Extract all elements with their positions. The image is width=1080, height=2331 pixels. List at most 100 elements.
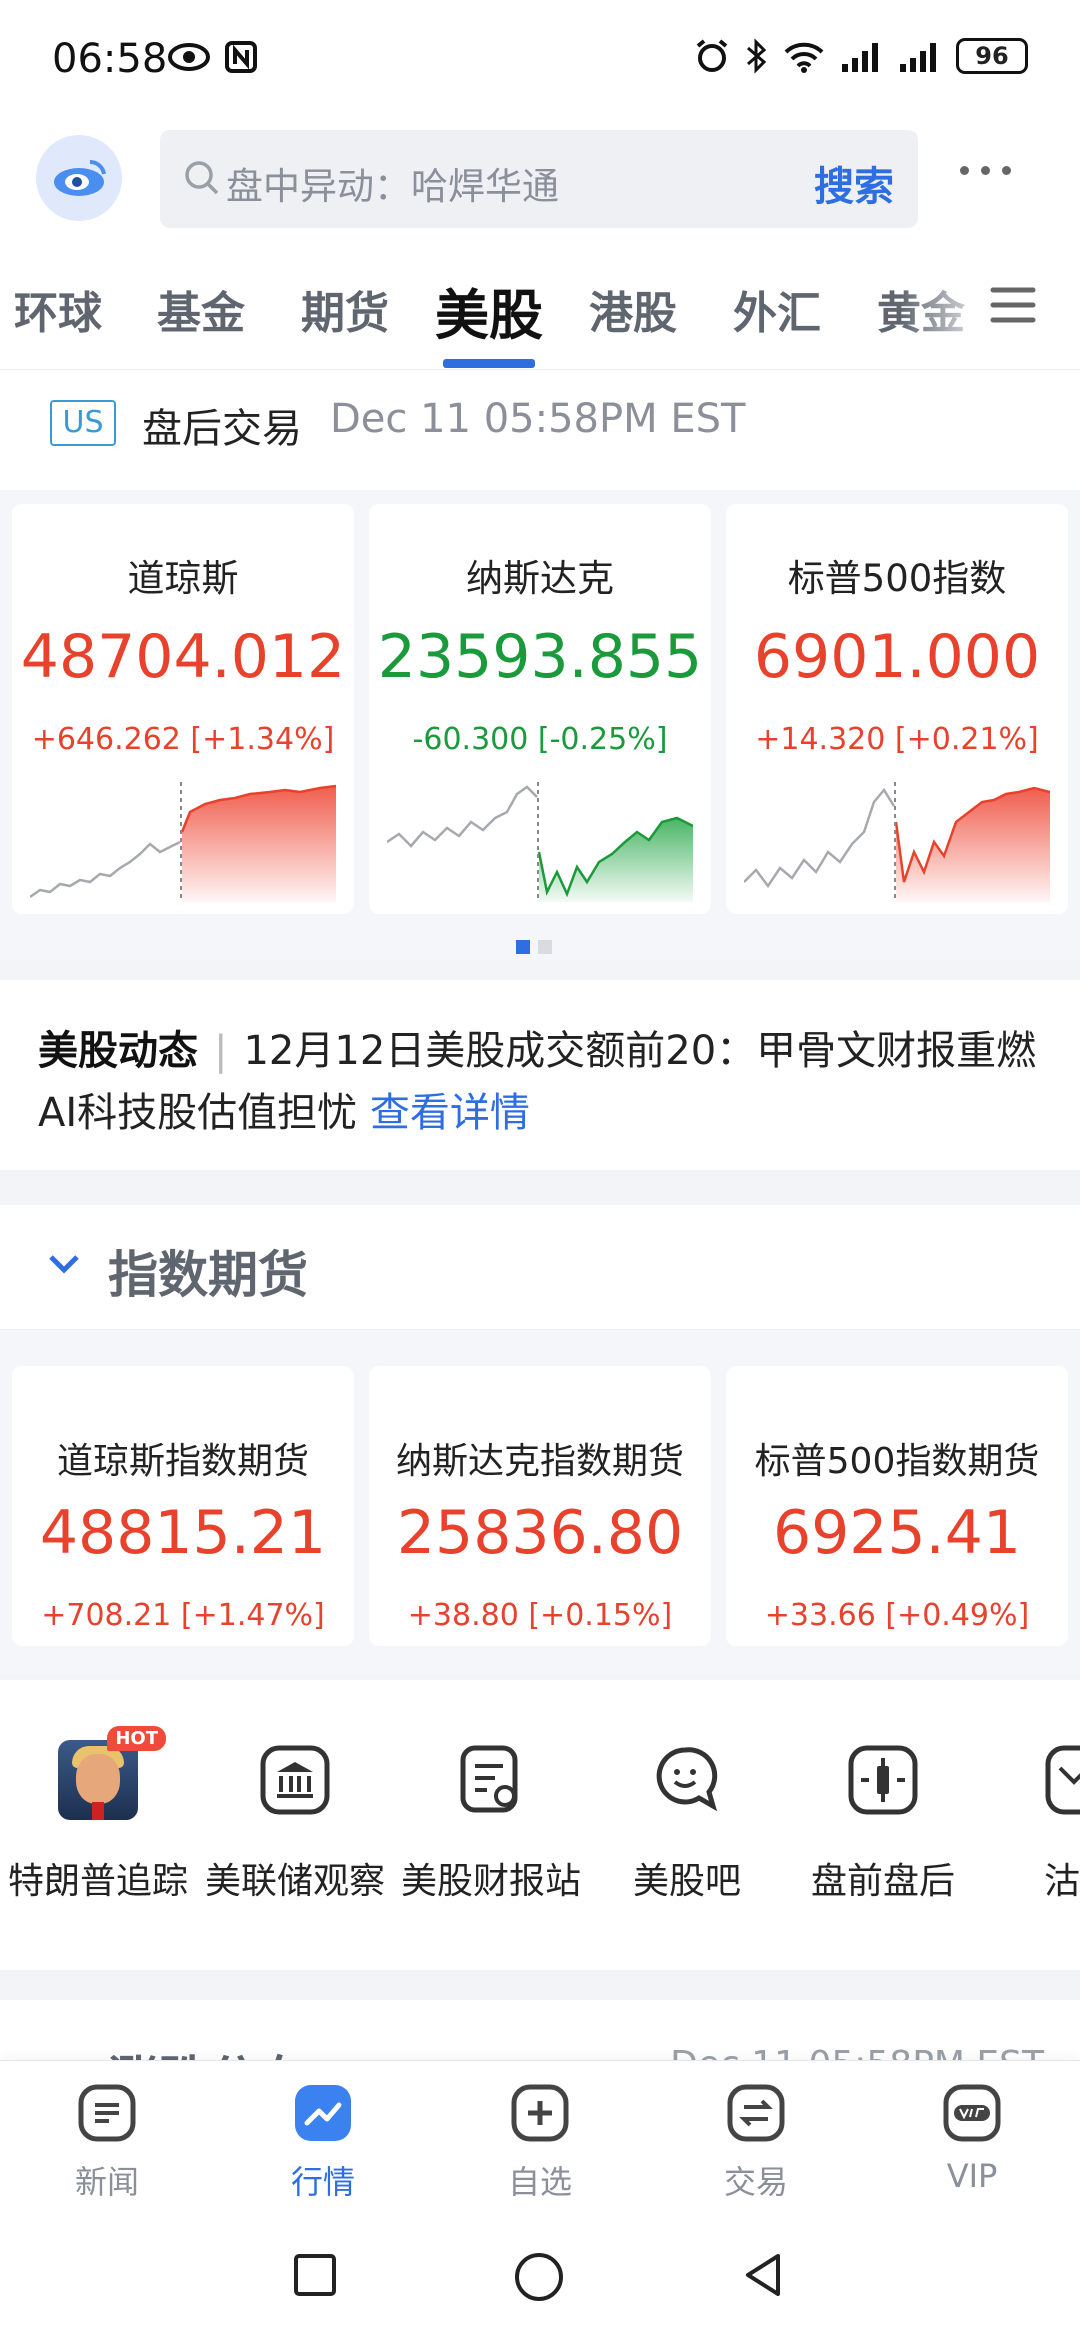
search-icon [185,161,219,195]
sparkline-chart [387,782,693,902]
weibo-logo-icon[interactable] [36,135,122,221]
nav-market[interactable]: 行情 [253,2081,393,2203]
shortcut-fed-watch[interactable]: 美联储观察 [195,1740,395,1904]
sparkline-chart [744,782,1050,902]
index-cards: 道琼斯 48704.012 +646.262 [+1.34%] 纳斯达克 235… [0,490,1080,960]
status-time: 06:58 [52,36,168,82]
news-icon [78,2084,136,2142]
shortcut-short-selling[interactable]: 沽空 [980,1740,1080,1904]
tab-hk-stocks[interactable]: 港股 [589,277,677,341]
status-left-icons [168,40,258,74]
futures-value: 6925.41 [772,1498,1022,1568]
index-card-sp500[interactable]: 标普500指数 6901.000 +14.320 [+0.21%] [726,504,1068,914]
nav-trade[interactable]: 交易 [686,2081,826,2203]
shortcut-label: 沽空 [1043,1861,1080,1902]
session-label: 盘后交易 [142,406,302,452]
market-session-bar: US 盘后交易 Dec 11 05:58PM EST [0,370,1080,500]
futures-value: 25836.80 [396,1498,684,1568]
system-navigation-bar [0,2220,1080,2331]
tab-forex[interactable]: 外汇 [733,277,821,341]
index-name: 纳斯达克 [466,557,614,600]
tab-funds[interactable]: 基金 [157,277,245,341]
distribution-section-header[interactable]: 涨跌分布 Dec 11 05:58PM EST [0,2000,1080,2060]
index-change: -60.300 [-0.25%] [412,722,668,757]
active-tab-indicator [443,359,535,368]
index-card-dow[interactable]: 道琼斯 48704.012 +646.262 [+1.34%] [12,504,354,914]
search-input[interactable]: 盘中异动：哈焊华通 搜索 [160,130,918,228]
index-change: +646.262 [+1.34%] [31,722,335,757]
status-right-icons: 96 [694,38,1028,74]
futures-change: +708.21 [+1.47%] [41,1598,325,1633]
session-time: Dec 11 05:58PM EST [330,396,746,442]
trade-icon [727,2084,785,2142]
futures-title: 指数期货 [108,1246,308,1304]
index-name: 标普500指数 [787,557,1007,600]
signal-icon [842,43,878,72]
shortcut-earnings[interactable]: 美股财报站 [391,1740,591,1904]
battery-indicator: 96 [956,38,1028,74]
index-value: 48704.012 [20,622,346,692]
short-icon [1045,1745,1080,1815]
distribution-title: 涨跌分布 [108,2040,308,2060]
nav-label: 交易 [723,2163,788,2201]
section-divider [0,1970,1080,2000]
back-icon[interactable] [738,2250,788,2300]
view-details-link[interactable]: 查看详情 [370,1090,530,1136]
index-value: 23593.855 [377,622,703,692]
nav-label: 行情 [290,2163,355,2201]
futures-card-nasdaq[interactable]: 纳斯达克指数期货 25836.80 +38.80 [+0.15%] [369,1366,711,1646]
shortcut-trump-tracker[interactable]: HOT 特朗普追踪 [0,1726,198,1904]
nav-news[interactable]: 新闻 [37,2081,177,2203]
menu-icon[interactable] [990,285,1036,325]
futures-change: +38.80 [+0.15%] [407,1598,673,1633]
sparkline-chart [30,782,336,902]
futures-change: +33.66 [+0.49%] [764,1598,1030,1633]
nav-watchlist[interactable]: 自选 [470,2081,610,2203]
shortcut-extended-hours[interactable]: 盘前盘后 [783,1740,983,1904]
search-placeholder: 盘中异动：哈焊华通 [226,165,559,208]
home-icon[interactable] [512,2250,566,2304]
shortcut-label: 盘前盘后 [810,1861,955,1902]
tab-us-stocks[interactable]: 美股 [435,271,543,350]
search-button[interactable]: 搜索 [814,154,894,212]
alarm-icon [696,39,728,72]
bluetooth-icon [747,38,767,74]
news-tag: 美股动态 [38,1028,198,1074]
market-icon [295,2085,351,2141]
shortcut-label: 美股吧 [632,1861,741,1902]
shortcut-grid: HOT 特朗普追踪 美联储观察 美股财报站 美股吧 盘前盘后 沽空 [0,1680,1080,1970]
bottom-navigation: 新闻 行情 自选 交易 VIP [0,2060,1080,2220]
hot-badge: HOT [107,1726,166,1751]
recents-icon[interactable] [290,2250,340,2300]
shortcut-label: 美联储观察 [204,1861,385,1902]
nav-vip[interactable]: VIP [902,2081,1042,2195]
nav-label: VIP [946,2157,998,2195]
nfc-icon [225,41,257,73]
futures-value: 48815.21 [39,1498,327,1568]
tab-global[interactable]: 环球 [14,277,102,341]
futures-cards: 道琼斯指数期货 48815.21 +708.21 [+1.47%] 纳斯达克指数… [0,1330,1080,1675]
futures-card-dow[interactable]: 道琼斯指数期货 48815.21 +708.21 [+1.47%] [12,1366,354,1646]
nav-label: 新闻 [74,2163,139,2201]
bank-icon [260,1745,330,1815]
index-card-nasdaq[interactable]: 纳斯达克 23593.855 -60.300 [-0.25%] [369,504,711,914]
vip-icon [943,2084,1001,2142]
shortcut-forum[interactable]: 美股吧 [587,1740,787,1904]
report-icon [460,1745,518,1813]
index-name: 道琼斯 [127,557,239,600]
more-options-icon[interactable] [960,166,1011,175]
us-stock-news[interactable]: 美股动态 | 12月12日美股成交额前20：甲骨文财报重燃AI科技股估值担忧 查看详… [0,980,1080,1170]
signal-icon-2 [900,43,936,72]
chat-icon [656,1747,718,1812]
shortcut-label: 特朗普追踪 [7,1861,188,1902]
nav-label: 自选 [507,2163,572,2201]
chevron-down-icon [49,1255,79,1274]
futures-section-header[interactable]: 指数期货 [0,1205,1080,1330]
wifi-icon [784,42,824,73]
market-tabs: 环球 基金 期货 美股 港股 外汇 黄金 [0,245,1080,370]
futures-name: 道琼斯指数期货 [56,1441,309,1482]
tab-futures[interactable]: 期货 [301,277,389,341]
carousel-indicator [516,940,552,954]
futures-card-sp500[interactable]: 标普500指数期货 6925.41 +33.66 [+0.49%] [726,1366,1068,1646]
news-text-block: 美股动态 | 12月12日美股成交额前20：甲骨文财报重燃AI科技股估值担忧 查看详… [38,1028,1037,1136]
